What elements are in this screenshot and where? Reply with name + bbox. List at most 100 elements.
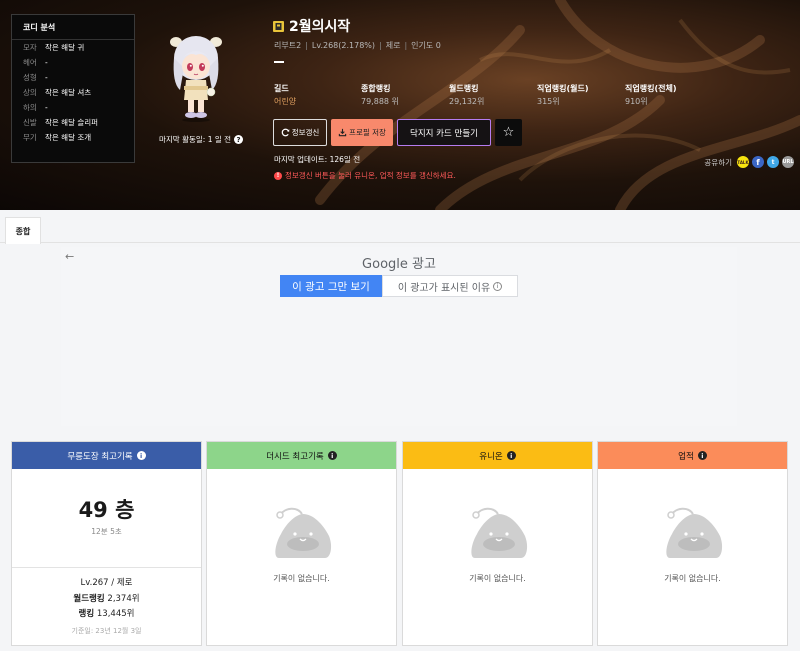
- character-info: 리부트2 | Lv.268(2.178%) | 제로 | 인기도 0: [274, 40, 441, 51]
- coordi-slot: 성형: [23, 73, 37, 82]
- theseed-card-header: 더시드 최고기록 i: [207, 442, 396, 469]
- make-card-button[interactable]: 닥지지 카드 만들기: [397, 119, 491, 146]
- mureung-base-date: 기준일: 23년 12월 3일: [71, 627, 142, 635]
- world-reboot-icon: [273, 20, 284, 32]
- facebook-share-icon[interactable]: f: [752, 156, 764, 168]
- rank-job-all: 직업랭킹(전체) 910위: [625, 83, 705, 108]
- rank-label: 길드: [274, 84, 289, 93]
- coordi-row: 무기 작은 해달 조개: [12, 130, 134, 145]
- rank-value: 910위: [625, 97, 648, 106]
- coordi-slot: 헤어: [23, 58, 37, 67]
- refresh-icon: [281, 128, 290, 137]
- star-icon[interactable]: ☆: [495, 119, 522, 146]
- refresh-notice-text: 정보갱신 버튼을 눌러 유니온, 업적 정보를 갱신하세요.: [285, 171, 456, 180]
- info-separator: |: [404, 41, 408, 50]
- empty-message: 기록이 없습니다.: [273, 574, 330, 583]
- coordi-slot: 모자: [23, 43, 37, 52]
- achievement-card-header: 업적 i: [598, 442, 787, 469]
- coordi-title: 코디 분석: [12, 15, 134, 40]
- mureung-rank: 랭킹 13,445위: [12, 607, 201, 619]
- character-name: 2월의시작: [289, 19, 351, 35]
- coordi-slot: 상의: [23, 88, 37, 97]
- rank-label: 월드랭킹: [449, 84, 479, 93]
- coordi-item: 작은 해달 셔츠: [45, 88, 92, 97]
- mureung-record-card: 무릉도장 최고기록 i 49 층 12분 5초 Lv.267 / 제로 월드랭킹…: [11, 441, 202, 646]
- mureung-time: 12분 5초: [91, 527, 122, 536]
- refresh-notice: ! 정보갱신 버튼을 눌러 유니온, 업적 정보를 갱신하세요.: [274, 170, 456, 181]
- guild-link[interactable]: 어린양: [274, 96, 361, 108]
- union-card-title: 유니온: [479, 451, 503, 462]
- question-icon[interactable]: ?: [234, 135, 244, 144]
- coordi-row: 상의 작은 해달 셔츠: [12, 85, 134, 100]
- share-bar: 공유하기 TALK f t URL: [704, 156, 794, 168]
- rank-value: 29,132위: [449, 97, 485, 106]
- empty-message: 기록이 없습니다.: [469, 574, 526, 583]
- google-ad-area: ← Google 광고 이 광고 그만 보기 이 광고가 표시된 이유 i: [61, 247, 737, 426]
- info-icon[interactable]: i: [136, 451, 146, 460]
- coordi-slot: 신발: [23, 118, 37, 127]
- save-profile-button-label: 프로필 저장: [349, 128, 386, 137]
- last-update-text: 마지막 업데이트: 126일 전: [274, 155, 361, 164]
- info-icon[interactable]: i: [327, 451, 337, 460]
- ad-buttons: 이 광고 그만 보기 이 광고가 표시된 이유 i: [280, 275, 518, 297]
- share-label: 공유하기: [704, 157, 732, 167]
- mureung-level-job: Lv.267 / 제로: [80, 578, 133, 588]
- achievement-record-card: 업적 i 기록이 없습니다.: [597, 441, 788, 646]
- coordi-panel: 코디 분석 모자 작은 해달 귀 헤어 - 성형 - 상의 작은 해달 셔츠 하의 - 신…: [11, 14, 135, 163]
- ad-title: Google 광고: [362, 257, 436, 272]
- coordi-row: 하의 -: [12, 100, 134, 115]
- world-rank-value: 2,374위: [107, 594, 140, 604]
- download-icon: [338, 128, 347, 137]
- coordi-item: -: [45, 103, 48, 112]
- coordi-row: 성형 -: [12, 70, 134, 85]
- info-separator: |: [305, 41, 308, 50]
- coordi-row: 헤어 -: [12, 55, 134, 70]
- name-underline: [274, 61, 284, 63]
- rank-label: 랭킹: [78, 609, 95, 619]
- mureung-floor: 49 층: [78, 498, 135, 522]
- last-active-date: 마지막 활동일: 1 일 전 ?: [159, 134, 244, 145]
- coordi-item: 작은 해달 슬리퍼: [45, 118, 99, 127]
- coordi-row: 모자 작은 해달 귀: [12, 40, 134, 55]
- rank-value: 315위: [537, 97, 560, 106]
- character-world: 리부트2: [274, 41, 302, 50]
- rank-label: 직업랭킹(월드): [537, 84, 589, 93]
- rank-overall: 종합랭킹 79,888 위: [361, 83, 449, 108]
- info-icon[interactable]: i: [697, 451, 707, 460]
- stop-ad-button[interactable]: 이 광고 그만 보기: [280, 275, 382, 297]
- coordi-item: 작은 해달 조개: [45, 133, 92, 142]
- coordi-item: -: [45, 73, 48, 82]
- character-job: 제로: [385, 41, 401, 50]
- coordi-row: 신발 작은 해달 슬리퍼: [12, 115, 134, 130]
- info-separator: |: [379, 41, 382, 50]
- coordi-item: 작은 해달 귀: [45, 43, 85, 52]
- world-rank-label: 월드랭킹: [73, 594, 105, 604]
- save-profile-button[interactable]: 프로필 저장: [331, 119, 393, 146]
- twitter-share-icon[interactable]: t: [767, 156, 779, 168]
- card-divider: [12, 567, 201, 568]
- url-share-icon[interactable]: URL: [782, 156, 794, 168]
- rank-guild: 길드 어린양: [274, 83, 361, 108]
- refresh-button[interactable]: 정보갱신: [273, 119, 327, 146]
- empty-slime-icon: [275, 507, 332, 558]
- character-name-row: 2월의시작: [273, 16, 350, 36]
- mureung-card-header: 무릉도장 최고기록 i: [12, 442, 201, 469]
- rank-label: 직업랭킹(전체): [625, 84, 677, 93]
- tab-bar: 종합: [0, 210, 800, 244]
- info-icon: i: [493, 281, 503, 291]
- refresh-button-label: 정보갱신: [291, 128, 320, 137]
- rank-value: 79,888 위: [361, 97, 399, 106]
- character-level: Lv.268(2.178%): [311, 41, 376, 50]
- info-icon[interactable]: i: [506, 451, 516, 460]
- rank-value: 13,445위: [96, 609, 135, 619]
- why-ad-button[interactable]: 이 광고가 표시된 이유 i: [382, 275, 518, 297]
- character-avatar: [170, 36, 222, 122]
- tab-overview[interactable]: 종합: [5, 217, 41, 244]
- action-buttons: 정보갱신 프로필 저장 닥지지 카드 만들기 ☆: [273, 119, 522, 146]
- rank-world: 월드랭킹 29,132위: [449, 83, 537, 108]
- coordi-slot: 무기: [23, 133, 37, 142]
- kakao-share-icon[interactable]: TALK: [737, 156, 749, 168]
- achievement-card-title: 업적: [678, 451, 694, 462]
- mureung-card-title: 무릉도장 최고기록: [67, 451, 133, 462]
- rank-job-world: 직업랭킹(월드) 315위: [537, 83, 625, 108]
